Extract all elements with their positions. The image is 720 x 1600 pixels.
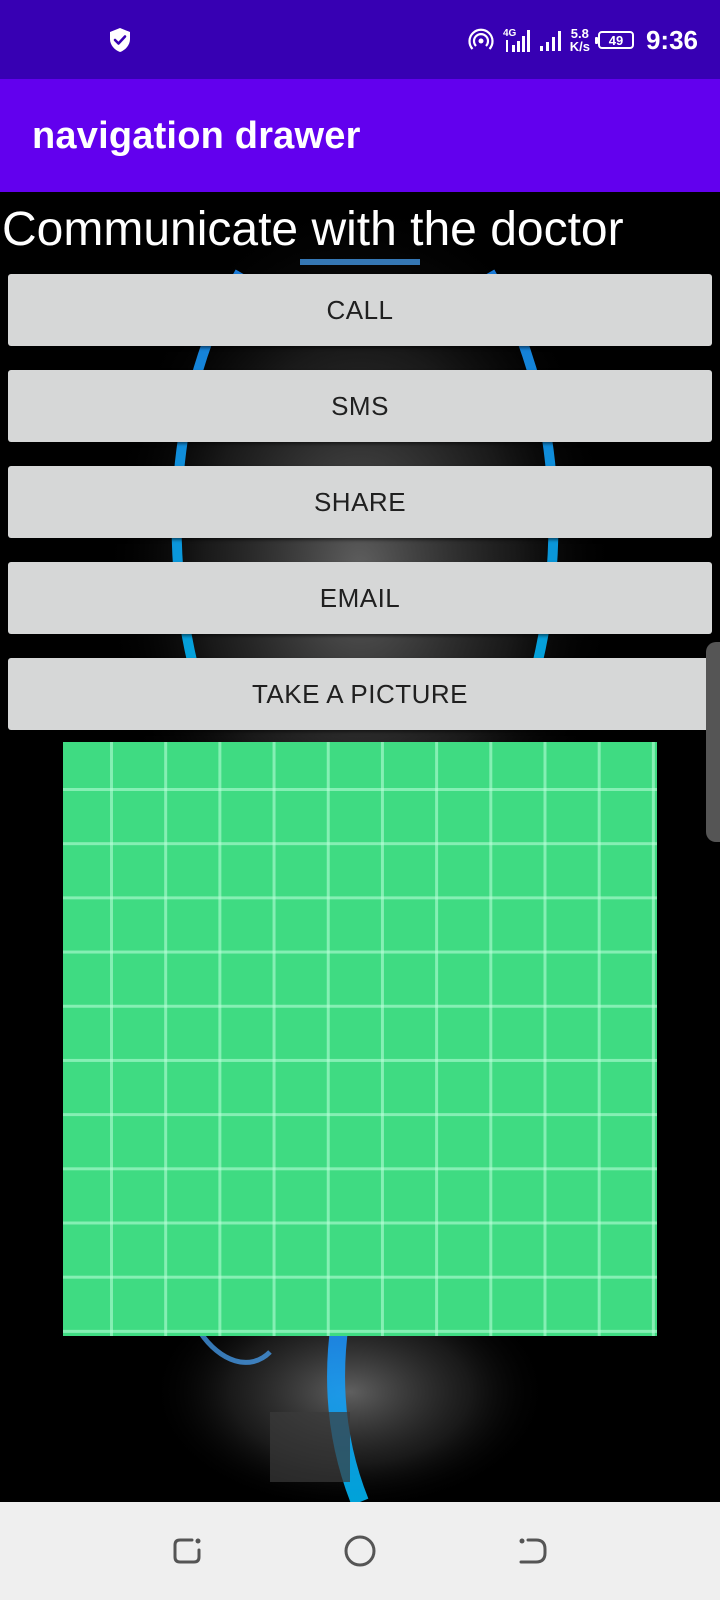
clock: 9:36 <box>645 24 698 55</box>
recents-icon[interactable] <box>170 1534 204 1568</box>
hotspot-icon <box>468 28 494 50</box>
svg-text:4G: 4G <box>503 28 517 39</box>
take-picture-button[interactable]: TAKE A PICTURE <box>8 658 712 730</box>
back-icon[interactable] <box>516 1534 550 1568</box>
battery-level: 49 <box>608 32 624 48</box>
call-button[interactable]: CALL <box>8 274 712 346</box>
status-icons: 4G 5.8 K/s 49 9:36 <box>468 22 698 58</box>
share-button[interactable]: SHARE <box>8 466 712 538</box>
system-nav-bar <box>0 1502 720 1600</box>
net-speed-unit: K/s <box>569 39 590 54</box>
signal-4g-icon: 4G <box>503 28 530 52</box>
app-title: navigation drawer <box>32 115 361 157</box>
page-heading: Communicate with the doctor <box>2 203 624 256</box>
net-speed: 5.8 K/s <box>570 27 590 53</box>
signal-icon <box>539 31 561 51</box>
home-icon[interactable] <box>343 1534 377 1568</box>
sms-button[interactable]: SMS <box>8 370 712 442</box>
app-bar: navigation drawer <box>0 79 720 192</box>
email-button[interactable]: EMAIL <box>8 562 712 634</box>
status-bar: 4G 5.8 K/s 49 9:36 <box>0 0 720 79</box>
edge-handle[interactable] <box>706 642 720 842</box>
shield-icon <box>110 28 130 52</box>
grid-image <box>63 742 657 1336</box>
battery-icon: 49 <box>594 31 634 49</box>
main-content: Communicate with the doctor CALL SMS SHA… <box>0 192 720 1502</box>
